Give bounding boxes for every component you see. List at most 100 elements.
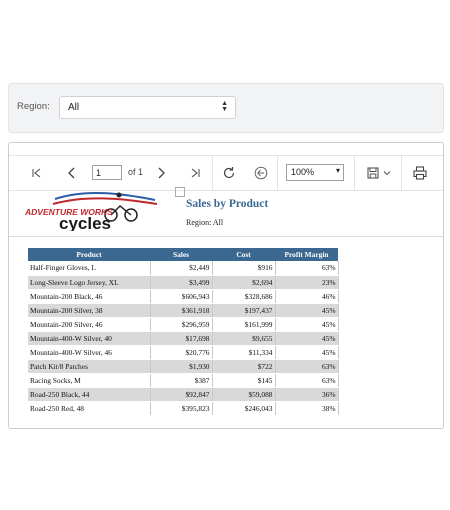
chevron-left-icon	[68, 167, 75, 179]
export-button[interactable]	[361, 156, 397, 190]
last-page-icon	[191, 168, 200, 178]
chevron-down-icon: ▾	[335, 166, 340, 175]
table-row: Road-250 Red, 48 $395,823 $246,043 38%	[28, 401, 339, 416]
cell-cost: $722	[212, 359, 276, 374]
cell-product: Half-Finger Gloves, L	[28, 261, 151, 276]
cell-profit-margin: 45%	[275, 345, 339, 360]
sales-table: Product Sales Cost Profit Margin Half-Fi…	[28, 248, 339, 416]
svg-text:cycles: cycles	[59, 214, 111, 231]
column-header-sales: Sales	[150, 248, 212, 261]
column-header-product: Product	[28, 248, 150, 261]
cell-cost: $59,088	[212, 387, 276, 402]
cell-cost: $916	[212, 261, 276, 276]
table-row: Half-Finger Gloves, L $2,449 $916 63%	[28, 261, 339, 276]
cell-sales: $17,698	[150, 331, 213, 346]
filter-panel: Region: All ▲ ▼	[8, 83, 444, 133]
cell-cost: $161,999	[212, 317, 276, 332]
report-divider	[9, 236, 443, 237]
cell-sales: $3,499	[150, 275, 213, 290]
zoom-select[interactable]: 100% ▾	[286, 164, 344, 181]
table-row: Long-Sleeve Logo Jersey, XL $3,499 $2,694 2…	[28, 275, 339, 290]
select-arrows-icon: ▲ ▼	[221, 100, 228, 113]
report-region-line: Region: All	[186, 218, 224, 227]
toolbar-separator	[212, 156, 213, 190]
cell-product: Mountain-400-W Silver, 46	[28, 345, 151, 360]
print-button[interactable]	[407, 156, 433, 190]
table-row: Mountain-400-W Silver, 40 $17,698 $9,655 45…	[28, 331, 339, 346]
cell-product: Mountain-200 Silver, 46	[28, 317, 151, 332]
last-page-button[interactable]	[183, 156, 207, 190]
table-row: Mountain-200 Black, 46 $606,943 $328,686 46…	[28, 289, 339, 304]
cell-product: Mountain-400-W Silver, 40	[28, 331, 151, 346]
print-icon	[413, 166, 427, 180]
first-page-button[interactable]	[25, 156, 49, 190]
cell-sales: $1,930	[150, 359, 213, 374]
cell-cost: $9,655	[212, 331, 276, 346]
cell-profit-margin: 36%	[275, 387, 339, 402]
first-page-icon	[32, 168, 41, 178]
cell-profit-margin: 45%	[275, 317, 339, 332]
chevron-down-icon	[383, 171, 390, 176]
region-select-value: All	[68, 102, 80, 113]
toolbar-separator	[277, 156, 278, 190]
table-row: Mountain-200 Silver, 38 $361,918 $197,437 4…	[28, 303, 339, 318]
cell-profit-margin: 38%	[275, 401, 339, 416]
cell-cost: $145	[212, 373, 276, 388]
adventure-works-logo: ADVENTURE WORKS cycles	[25, 192, 158, 231]
cell-cost: $197,437	[212, 303, 276, 318]
cell-profit-margin: 63%	[275, 359, 339, 374]
cell-cost: $246,043	[212, 401, 276, 416]
column-header-cost: Cost	[212, 248, 275, 261]
cell-profit-margin: 23%	[275, 275, 339, 290]
cell-sales: $606,943	[150, 289, 213, 304]
region-label: Region:	[17, 101, 50, 112]
cell-sales: $296,959	[150, 317, 213, 332]
next-page-button[interactable]	[150, 156, 172, 190]
table-row: Road-250 Black, 44 $92,847 $59,088 36%	[28, 387, 339, 402]
cell-sales: $20,776	[150, 345, 213, 360]
save-icon	[366, 167, 379, 179]
cell-cost: $2,694	[212, 275, 276, 290]
previous-page-button[interactable]	[61, 156, 83, 190]
cell-product: Mountain-200 Black, 46	[28, 289, 151, 304]
report-viewer: of 1 100% ▾	[8, 142, 444, 429]
cell-profit-margin: 46%	[275, 289, 339, 304]
cell-product: Road-250 Black, 44	[28, 387, 151, 402]
table-row: Racing Socks, M $387 $145 63%	[28, 373, 339, 388]
cell-profit-margin: 63%	[275, 261, 339, 276]
cell-sales: $387	[150, 373, 213, 388]
report-textbox-marker	[175, 187, 185, 197]
viewer-toolbar: of 1 100% ▾	[9, 155, 443, 191]
cell-product: Patch Kit/8 Patches	[28, 359, 151, 374]
cell-sales: $2,449	[150, 261, 213, 276]
refresh-button[interactable]	[216, 156, 242, 190]
table-row: Patch Kit/8 Patches $1,930 $722 63%	[28, 359, 339, 374]
chevron-right-icon	[158, 167, 165, 179]
report-title: Sales by Product	[186, 198, 269, 210]
table-header-row: Product Sales Cost Profit Margin	[28, 248, 338, 261]
cell-product: Racing Socks, M	[28, 373, 151, 388]
cell-cost: $328,686	[212, 289, 276, 304]
cell-product: Long-Sleeve Logo Jersey, XL	[28, 275, 151, 290]
back-arrow-circle-icon	[254, 166, 268, 180]
page-number-input[interactable]	[92, 165, 122, 180]
cell-sales: $395,823	[150, 401, 213, 416]
page-count-label: of 1	[128, 167, 144, 177]
column-header-profit-margin: Profit Margin	[275, 248, 338, 261]
toolbar-separator	[354, 156, 355, 190]
region-select[interactable]: All ▲ ▼	[59, 96, 236, 119]
toolbar-separator	[401, 156, 402, 190]
back-button[interactable]	[249, 156, 273, 190]
cell-profit-margin: 45%	[275, 303, 339, 318]
cell-sales: $361,918	[150, 303, 213, 318]
cell-product: Road-250 Red, 48	[28, 401, 151, 416]
cell-sales: $92,847	[150, 387, 213, 402]
cell-profit-margin: 63%	[275, 373, 339, 388]
report-page: ADVENTURE WORKS cycles Sales by Product …	[9, 187, 443, 428]
refresh-icon	[223, 167, 235, 179]
zoom-value: 100%	[291, 167, 315, 177]
cell-profit-margin: 45%	[275, 331, 339, 346]
table-row: Mountain-400-W Silver, 46 $20,776 $11,334 4…	[28, 345, 339, 360]
table-row: Mountain-200 Silver, 46 $296,959 $161,999 4…	[28, 317, 339, 332]
cell-product: Mountain-200 Silver, 38	[28, 303, 151, 318]
